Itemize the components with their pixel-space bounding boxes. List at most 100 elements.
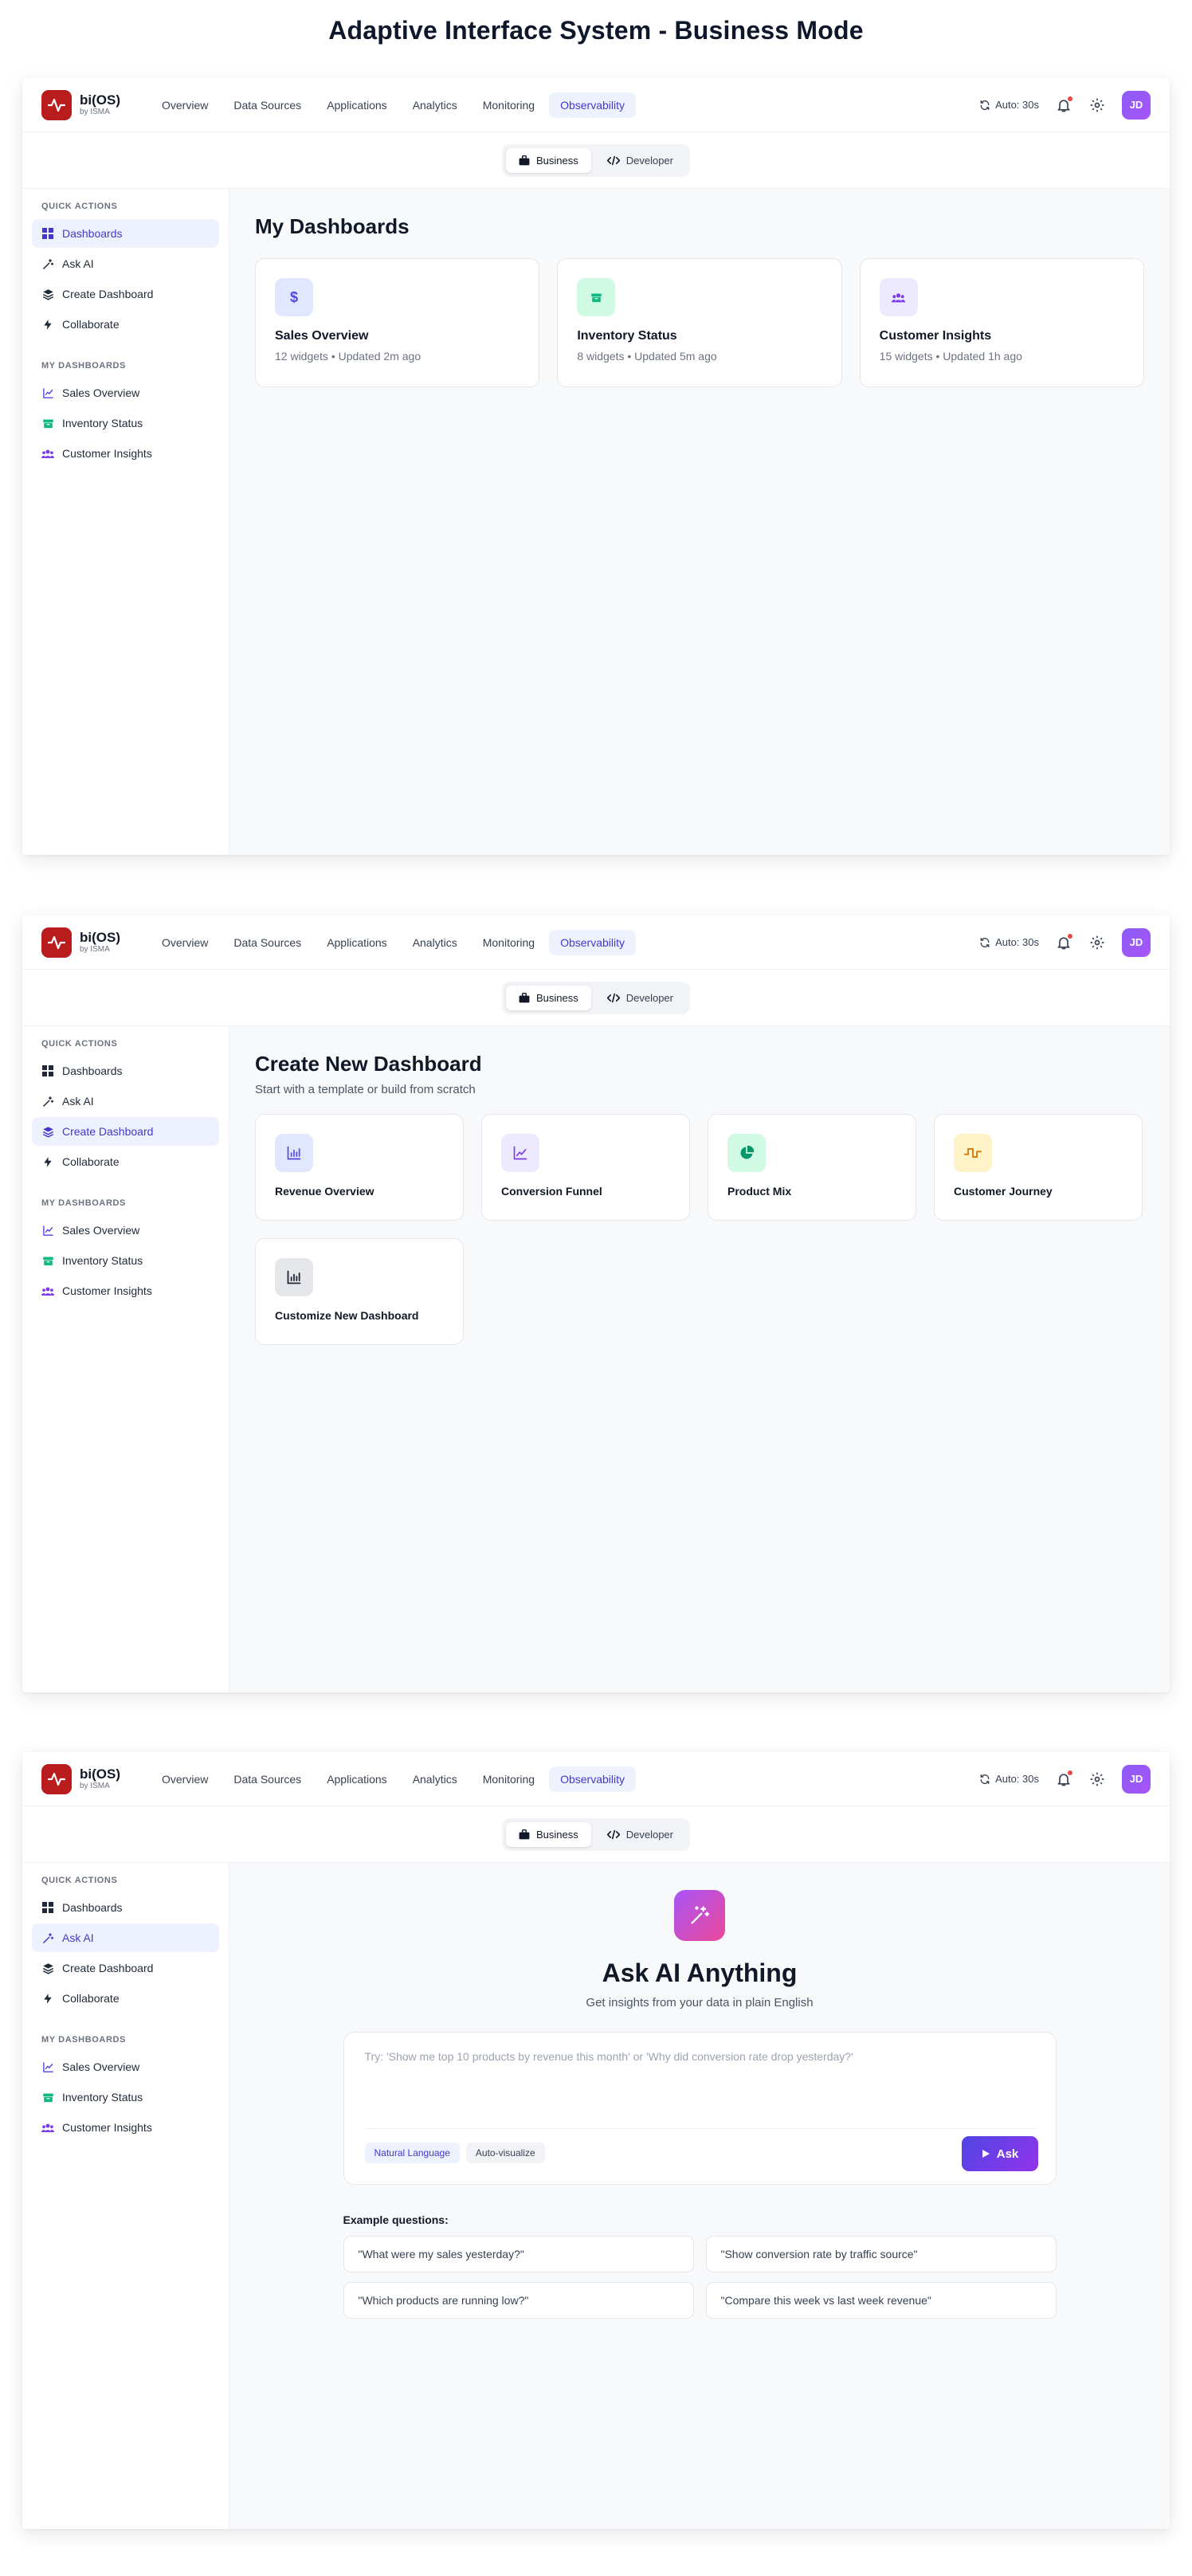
nav-overview[interactable]: Overview	[151, 1766, 219, 1792]
example-question[interactable]: "Compare this week vs last week revenue"	[705, 2282, 1057, 2319]
notifications-button[interactable]	[1055, 932, 1073, 951]
sidebar-item-collaborate[interactable]: Collaborate	[32, 1984, 219, 2013]
sidebar-item-collaborate[interactable]: Collaborate	[32, 310, 219, 339]
layers-icon	[41, 288, 54, 300]
create-dashboard-screen: bi(OS) by ISMA Overview Data Sources Appli…	[22, 916, 1170, 1692]
settings-button[interactable]	[1088, 934, 1106, 951]
tag-natural-language[interactable]: Natural Language	[364, 2143, 460, 2163]
sidebar-item-inventory-status[interactable]: Inventory Status	[32, 409, 219, 437]
mode-business-label: Business	[535, 1828, 578, 1841]
mode-developer-label: Developer	[625, 154, 673, 167]
nav-monitoring[interactable]: Monitoring	[472, 92, 546, 118]
logo[interactable]	[41, 89, 72, 120]
dashboard-card[interactable]: Customer Insights 15 widgets • Updated 1…	[859, 258, 1144, 387]
mode-bar: Business Developer	[22, 970, 1170, 1026]
nav-overview[interactable]: Overview	[151, 92, 219, 118]
settings-button[interactable]	[1088, 1770, 1106, 1788]
sidebar-item-dashboards[interactable]: Dashboards	[32, 219, 219, 248]
auto-refresh[interactable]: Auto: 30s	[979, 936, 1039, 948]
template-card[interactable]: Product Mix	[708, 1114, 916, 1221]
nav-data-sources[interactable]: Data Sources	[222, 1766, 312, 1792]
nav-overview[interactable]: Overview	[151, 930, 219, 955]
brand-name: bi(OS)	[80, 929, 120, 945]
sidebar-item-ask-ai[interactable]: Ask AI	[32, 249, 219, 278]
sidebar-item-label: Dashboards	[62, 1901, 123, 1914]
dashboard-icon	[41, 227, 54, 240]
users-icon	[41, 447, 54, 460]
notifications-button[interactable]	[1055, 1769, 1073, 1788]
sidebar-item-customer-insights[interactable]: Customer Insights	[32, 2113, 219, 2142]
mode-bar: Business Developer	[22, 132, 1170, 189]
nav-applications[interactable]: Applications	[316, 930, 398, 955]
mode-business[interactable]: Business	[505, 147, 591, 173]
template-card[interactable]: Conversion Funnel	[481, 1114, 690, 1221]
nav-observability[interactable]: Observability	[549, 929, 637, 955]
sidebar-item-create-dashboard[interactable]: Create Dashboard	[32, 1117, 219, 1146]
ask-ai-input[interactable]	[364, 2050, 1035, 2127]
nav-monitoring[interactable]: Monitoring	[472, 930, 546, 955]
sidebar-item-ask-ai[interactable]: Ask AI	[32, 1923, 219, 1952]
logo[interactable]	[41, 1763, 72, 1794]
pulse-icon	[47, 1772, 66, 1786]
mode-developer-label: Developer	[625, 991, 673, 1004]
example-question[interactable]: "What were my sales yesterday?"	[343, 2236, 694, 2272]
magic-wand-icon	[674, 1890, 725, 1941]
dashboard-card[interactable]: $ Sales Overview 12 widgets • Updated 2m…	[255, 258, 540, 387]
sidebar-item-dashboards[interactable]: Dashboards	[32, 1057, 219, 1085]
logo[interactable]	[41, 927, 72, 958]
nav-applications[interactable]: Applications	[316, 1766, 398, 1792]
ask-button[interactable]: Ask	[961, 2136, 1038, 2171]
sidebar-item-sales-overview[interactable]: Sales Overview	[32, 2053, 219, 2081]
sidebar-section-my-dashboards: MY DASHBOARDS	[41, 2035, 126, 2045]
mode-developer[interactable]: Developer	[594, 148, 686, 173]
nav-analytics[interactable]: Analytics	[402, 92, 469, 118]
template-card[interactable]: Revenue Overview	[255, 1114, 464, 1221]
avatar[interactable]: JD	[1122, 1764, 1151, 1794]
users-icon	[41, 1284, 54, 1297]
nav-observability[interactable]: Observability	[549, 92, 637, 118]
avatar[interactable]: JD	[1122, 90, 1151, 120]
nav-analytics[interactable]: Analytics	[402, 1766, 469, 1792]
sidebar-item-create-dashboard[interactable]: Create Dashboard	[32, 280, 219, 308]
ask-ai-panel: Ask AI Anything Get insights from your d…	[255, 1888, 1144, 2319]
example-question[interactable]: "Which products are running low?"	[343, 2282, 694, 2319]
auto-refresh[interactable]: Auto: 30s	[979, 99, 1039, 111]
mode-developer[interactable]: Developer	[594, 1822, 686, 1847]
sidebar-item-ask-ai[interactable]: Ask AI	[32, 1087, 219, 1115]
sidebar-item-inventory-status[interactable]: Inventory Status	[32, 1246, 219, 1275]
nav-applications[interactable]: Applications	[316, 92, 398, 118]
brand-name: bi(OS)	[80, 92, 120, 108]
dashboard-icon	[41, 1065, 54, 1077]
mode-developer[interactable]: Developer	[594, 986, 686, 1010]
dashboard-card-name: Inventory Status	[577, 329, 677, 343]
nav-monitoring[interactable]: Monitoring	[472, 1766, 546, 1792]
template-card[interactable]: Customize New Dashboard	[255, 1238, 464, 1345]
sidebar-item-label: Customer Insights	[62, 447, 152, 460]
example-question[interactable]: "Show conversion rate by traffic source"	[705, 2236, 1057, 2272]
dashboard-icon	[41, 1901, 54, 1914]
sidebar-item-sales-overview[interactable]: Sales Overview	[32, 378, 219, 407]
tag-auto-visualize[interactable]: Auto-visualize	[465, 2143, 545, 2163]
notifications-button[interactable]	[1055, 95, 1073, 114]
nav-observability[interactable]: Observability	[549, 1766, 637, 1792]
sidebar: QUICK ACTIONS Dashboards Ask AI Create D…	[22, 189, 229, 855]
avatar[interactable]: JD	[1122, 927, 1151, 957]
template-card[interactable]: Customer Journey	[934, 1114, 1143, 1221]
dashboard-card[interactable]: Inventory Status 8 widgets • Updated 5m …	[557, 258, 842, 387]
mode-business[interactable]: Business	[505, 985, 591, 1010]
mode-business[interactable]: Business	[505, 1821, 591, 1847]
sidebar-item-dashboards[interactable]: Dashboards	[32, 1893, 219, 1922]
auto-refresh[interactable]: Auto: 30s	[979, 1773, 1039, 1785]
box-icon	[41, 1254, 54, 1267]
sidebar-item-create-dashboard[interactable]: Create Dashboard	[32, 1954, 219, 1982]
sidebar-item-customer-insights[interactable]: Customer Insights	[32, 1276, 219, 1305]
nav-analytics[interactable]: Analytics	[402, 930, 469, 955]
sidebar-item-label: Create Dashboard	[62, 1962, 154, 1974]
nav-data-sources[interactable]: Data Sources	[222, 92, 312, 118]
settings-button[interactable]	[1088, 96, 1106, 114]
sidebar-item-customer-insights[interactable]: Customer Insights	[32, 439, 219, 468]
sidebar-item-inventory-status[interactable]: Inventory Status	[32, 2083, 219, 2111]
nav-data-sources[interactable]: Data Sources	[222, 930, 312, 955]
sidebar-item-sales-overview[interactable]: Sales Overview	[32, 1216, 219, 1245]
sidebar-item-collaborate[interactable]: Collaborate	[32, 1147, 219, 1176]
